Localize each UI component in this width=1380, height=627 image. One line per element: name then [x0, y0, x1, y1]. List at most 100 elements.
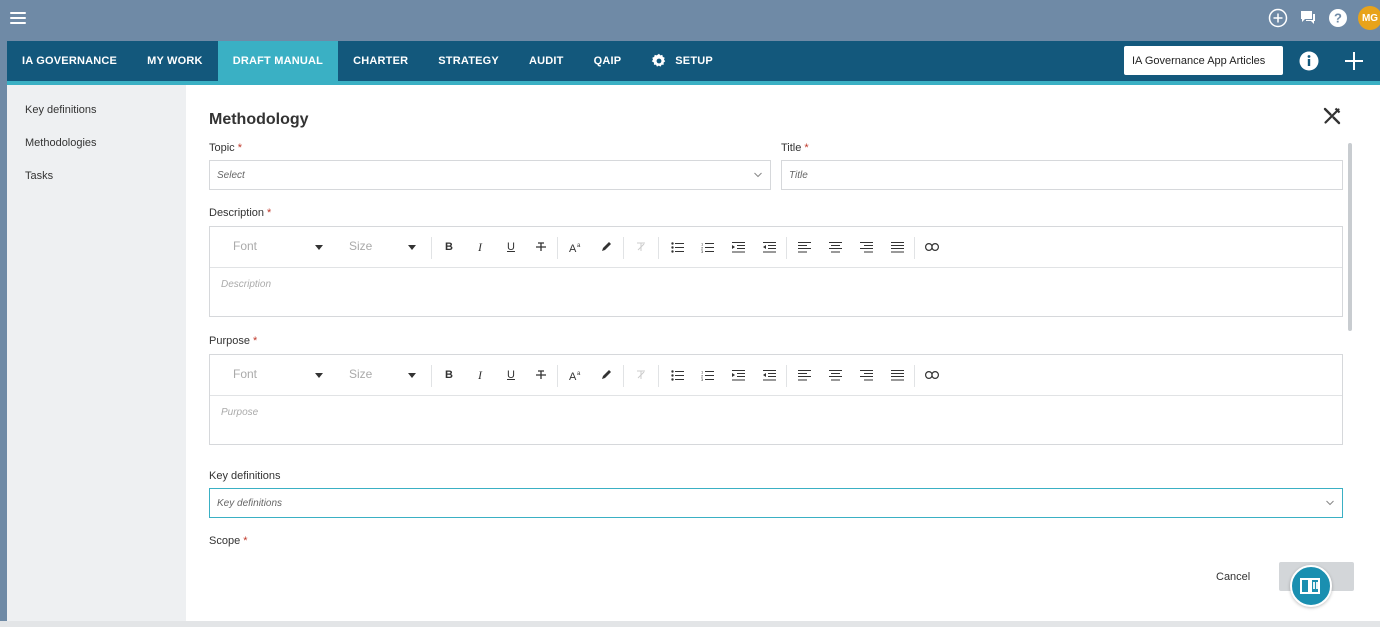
- scrollbar[interactable]: [1348, 143, 1352, 331]
- numbered-list-icon[interactable]: 123: [699, 367, 715, 383]
- text-size-icon[interactable]: Aa: [568, 367, 584, 383]
- label-text: Title: [781, 142, 802, 154]
- app-select[interactable]: IA Governance App Articles: [1124, 46, 1283, 75]
- align-justify-icon[interactable]: [889, 239, 905, 255]
- toolbar-divider: [914, 365, 915, 387]
- nav-item-charter[interactable]: CHARTER: [338, 41, 423, 81]
- nav-label: SETUP: [675, 55, 713, 67]
- align-right-icon[interactable]: [858, 239, 874, 255]
- nav-item-qaip[interactable]: QAIP: [579, 41, 637, 81]
- toolbar-divider: [786, 365, 787, 387]
- align-center-icon[interactable]: [827, 367, 843, 383]
- title-input[interactable]: Title: [781, 160, 1343, 190]
- strikethrough-icon[interactable]: [533, 367, 549, 383]
- italic-icon[interactable]: I: [472, 239, 488, 255]
- font-dropdown[interactable]: Font: [233, 367, 257, 381]
- description-editor[interactable]: Font Size B I U Aa 123 Description: [209, 226, 1343, 317]
- nav-item-draft-manual[interactable]: DRAFT MANUAL: [217, 41, 339, 81]
- svg-text:?: ?: [1334, 11, 1342, 26]
- description-body[interactable]: Description: [210, 268, 1342, 290]
- purpose-editor[interactable]: Font Size B I U Aa 123 Purpose: [209, 354, 1343, 445]
- indent-icon[interactable]: [730, 239, 746, 255]
- purpose-label: Purpose *: [209, 335, 257, 347]
- toolbar-divider: [557, 365, 558, 387]
- align-left-icon[interactable]: [796, 367, 812, 383]
- underline-icon[interactable]: U: [503, 239, 519, 255]
- align-center-icon[interactable]: [827, 239, 843, 255]
- cancel-button[interactable]: Cancel: [1216, 571, 1250, 583]
- clear-format-icon[interactable]: [633, 367, 649, 383]
- italic-icon[interactable]: I: [472, 367, 488, 383]
- help-icon[interactable]: ?: [1328, 8, 1348, 28]
- menu-icon[interactable]: [10, 12, 26, 24]
- size-dropdown[interactable]: Size: [349, 239, 372, 253]
- topic-select[interactable]: Select: [209, 160, 771, 190]
- size-dropdown[interactable]: Size: [349, 367, 372, 381]
- nav-item-my-work[interactable]: MY WORK: [132, 41, 218, 81]
- nav-item-ia-governance[interactable]: IA GOVERNANCE: [7, 41, 132, 81]
- page-title: Methodology: [209, 111, 309, 128]
- editor-toolbar: Font Size B I U Aa 123: [210, 355, 1342, 396]
- tools-icon[interactable]: [1322, 106, 1342, 126]
- chevron-down-icon: [754, 172, 762, 178]
- caret-down-icon: [408, 373, 416, 378]
- chevron-down-icon: [1326, 500, 1334, 506]
- nav-label: AUDIT: [528, 55, 564, 67]
- help-book-icon[interactable]: [1290, 565, 1332, 607]
- info-icon[interactable]: [1299, 51, 1319, 71]
- svg-text:a: a: [577, 243, 581, 249]
- nav-item-setup[interactable]: SETUP: [636, 41, 728, 81]
- key-definitions-label: Key definitions: [209, 470, 281, 482]
- avatar[interactable]: MG: [1358, 6, 1380, 30]
- nav-label: DRAFT MANUAL: [232, 55, 324, 67]
- nav-label: QAIP: [593, 55, 622, 67]
- outdent-icon[interactable]: [761, 239, 777, 255]
- toolbar-divider: [431, 365, 432, 387]
- font-dropdown[interactable]: Font: [233, 239, 257, 253]
- indent-icon[interactable]: [730, 367, 746, 383]
- underline-icon[interactable]: U: [503, 367, 519, 383]
- link-icon[interactable]: [924, 239, 940, 255]
- bullet-list-icon[interactable]: [669, 367, 685, 383]
- strikethrough-icon[interactable]: [533, 239, 549, 255]
- sidebar-item-tasks[interactable]: Tasks: [7, 159, 186, 192]
- align-left-icon[interactable]: [796, 239, 812, 255]
- toolbar-divider: [623, 365, 624, 387]
- nav-label: MY WORK: [147, 55, 203, 67]
- sidebar-item-key-definitions[interactable]: Key definitions: [7, 93, 186, 126]
- label-text: Description: [209, 207, 265, 219]
- highlighter-icon[interactable]: [598, 367, 614, 383]
- nav-item-strategy[interactable]: STRATEGY: [423, 41, 514, 81]
- scope-label: Scope *: [209, 535, 247, 547]
- clear-format-icon[interactable]: [633, 239, 649, 255]
- toolbar-divider: [623, 237, 624, 259]
- description-label: Description *: [209, 207, 271, 219]
- topic-label: Topic *: [209, 142, 242, 154]
- key-definitions-placeholder: Key definitions: [217, 497, 283, 509]
- bold-icon[interactable]: B: [441, 367, 457, 383]
- highlighter-icon[interactable]: [598, 239, 614, 255]
- svg-text:A: A: [569, 243, 577, 253]
- caret-down-icon: [408, 245, 416, 250]
- main-nav: IA GOVERNANCE MY WORK DRAFT MANUAL CHART…: [7, 41, 1380, 85]
- sidebar-item-methodologies[interactable]: Methodologies: [7, 126, 186, 159]
- bold-icon[interactable]: B: [441, 239, 457, 255]
- key-definitions-select[interactable]: Key definitions: [209, 488, 1343, 518]
- add-circle-icon[interactable]: [1268, 8, 1288, 28]
- bullet-list-icon[interactable]: [669, 239, 685, 255]
- add-icon[interactable]: [1344, 51, 1364, 71]
- align-right-icon[interactable]: [858, 367, 874, 383]
- outdent-icon[interactable]: [761, 367, 777, 383]
- nav-item-audit[interactable]: AUDIT: [514, 41, 579, 81]
- purpose-body[interactable]: Purpose: [210, 396, 1342, 418]
- chat-icon[interactable]: [1298, 8, 1318, 28]
- gear-icon: [651, 53, 667, 69]
- align-justify-icon[interactable]: [889, 367, 905, 383]
- required-mark: *: [237, 142, 242, 154]
- numbered-list-icon[interactable]: 123: [699, 239, 715, 255]
- top-icons: ? MG: [1268, 6, 1380, 30]
- topic-placeholder: Select: [217, 169, 245, 181]
- toolbar-divider: [557, 237, 558, 259]
- link-icon[interactable]: [924, 367, 940, 383]
- text-size-icon[interactable]: Aa: [568, 239, 584, 255]
